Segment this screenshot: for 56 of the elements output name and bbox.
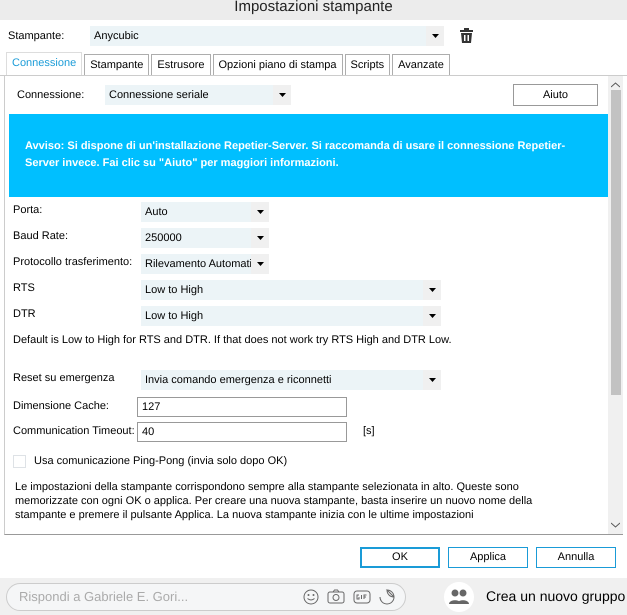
camera-icon[interactable] <box>327 589 345 604</box>
field-label: RTS <box>13 281 36 296</box>
caret-icon <box>278 93 286 97</box>
field-label: Reset su emergenza <box>13 371 116 386</box>
dialog-button[interactable]: OK <box>360 547 440 568</box>
dropdown[interactable]: 250000 <box>141 228 269 248</box>
checkbox[interactable] <box>13 454 26 468</box>
tab[interactable]: Scripts <box>344 54 390 75</box>
dropdown[interactable]: Low to High <box>141 280 441 300</box>
tab[interactable]: Estrusore <box>151 54 210 75</box>
gif-icon[interactable] <box>353 590 371 604</box>
field-label: Dimensione Cache: <box>13 399 110 414</box>
field-label: Baud Rate: <box>13 229 70 244</box>
dropdown[interactable]: Low to High <box>141 306 441 326</box>
sticker-icon[interactable] <box>379 588 395 604</box>
smiley-icon[interactable] <box>303 588 319 604</box>
help-button[interactable]: Aiuto <box>513 84 598 106</box>
dropdown[interactable]: Rilevamento Automati <box>141 254 269 274</box>
message-field[interactable]: Rispondi a Gabriele E. Gori... <box>17 586 293 608</box>
tab[interactable]: Opzioni piano di stampa <box>212 54 343 75</box>
connection-label: Connessione: <box>17 88 86 103</box>
caret-icon <box>256 262 264 266</box>
field-label: DTR <box>13 307 37 322</box>
dialog-button[interactable]: Applica <box>448 547 528 568</box>
caret-icon <box>432 34 438 38</box>
dropdown[interactable]: Invia comando emergenza e riconnetti <box>141 370 441 390</box>
field-label: Communication Timeout: <box>13 424 136 440</box>
caret-icon <box>256 210 264 214</box>
caret-icon <box>428 314 436 318</box>
scrollbar[interactable] <box>608 76 623 534</box>
checkbox-label: Usa comunicazione Ping-Pong (invia solo dopo OK) <box>34 454 288 469</box>
dialog-button[interactable]: Annulla <box>536 547 616 568</box>
caret-icon <box>428 378 436 382</box>
field-label: Protocollo trasferimento: <box>13 255 134 270</box>
field-label: Porta: <box>13 203 44 218</box>
trash-icon[interactable] <box>460 28 473 44</box>
printer-label: Stampante: <box>8 28 66 44</box>
new-group-link[interactable]: Crea un nuovo gruppo <box>486 586 626 607</box>
scroll-down-icon[interactable] <box>611 522 620 528</box>
hint-text: Default is Low to High for RTS and DTR. If that does not work try RTS High and DTR Low. <box>13 333 452 348</box>
connection-dropdown[interactable]: Connessione seriale <box>105 85 291 105</box>
tab[interactable]: Avanzate <box>392 54 450 75</box>
message-box[interactable]: Rispondi a Gabriele E. Gori... <box>6 582 406 610</box>
caret-icon <box>256 236 264 240</box>
window-title: Impostazioni stampante <box>0 0 627 20</box>
group-icon[interactable] <box>444 582 474 612</box>
printer-dropdown[interactable]: Anycubic <box>90 26 444 46</box>
input-field[interactable]: 40 <box>137 422 347 442</box>
input-field[interactable]: 127 <box>137 396 347 416</box>
warning-banner: Avviso: Si dispone di un'installazione Repetier-Server. Si raccomanda di usare il connessione Repetier-Server invece. Fai clic su "Aiuto" per maggiori informazioni. <box>9 114 608 197</box>
tab[interactable]: Stampante <box>84 54 150 75</box>
dropdown[interactable]: Auto <box>141 202 269 222</box>
unit-label: [s] <box>363 424 375 440</box>
caret-icon <box>428 288 436 292</box>
info-text: Le impostazioni della stampante corrispondono sempre alla stampante selezionata in alto. Queste sono memorizzate con ogni OK o applica. Per creare una nuova stampante, basta inserire un nuovo nome della stampante e premere il pulsante Applica. La nuova stampante inizia con le ultime impostazioni <box>14 480 534 522</box>
scroll-up-icon[interactable] <box>611 82 620 88</box>
